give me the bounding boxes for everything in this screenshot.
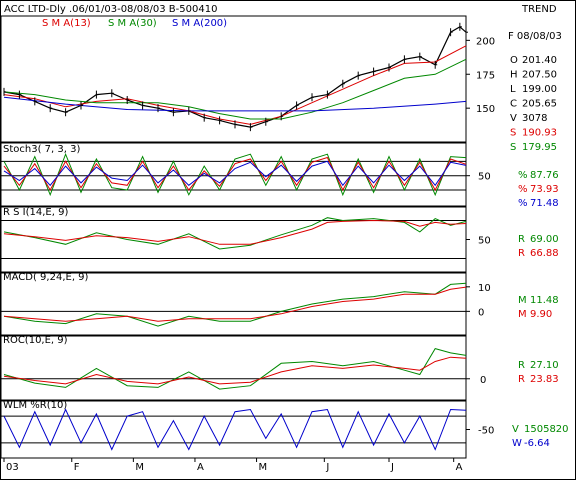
price-readout-key: O	[510, 55, 518, 66]
x-tick-label: J	[390, 462, 394, 473]
price-readout-value: 190.93	[522, 128, 557, 139]
roc-readout-value: 27.10	[530, 360, 559, 371]
x-tick-label: M	[259, 462, 268, 473]
x-tick-label: A	[456, 462, 463, 473]
x-tick-label: J	[325, 462, 329, 473]
price-readout-value: 201.40	[522, 55, 557, 66]
rsi-readout-key: R	[518, 248, 525, 259]
macd-readout-key: M	[518, 295, 527, 306]
stoch-title: Stoch3( 7, 3, 3)	[3, 144, 80, 155]
roc-readout-value: 23.83	[530, 374, 559, 385]
macd-y-tick-label: 10	[478, 283, 491, 294]
rsi-readout-key: R	[518, 234, 525, 245]
price-readout-value: 199.00	[522, 84, 557, 95]
price-readout-key: V	[510, 113, 517, 124]
wlm-readout-key: W	[512, 438, 522, 449]
wlm-readout-value: 1505820	[524, 424, 569, 435]
price-readout-key: L	[510, 84, 516, 95]
rsi-readout-value: 66.88	[530, 248, 559, 259]
price-readout-value: 207.50	[522, 70, 557, 81]
macd-title: MACD( 9,24,E, 9)	[3, 272, 89, 283]
price-readout-value: 179.95	[522, 142, 557, 153]
macd-readout-value: 11.48	[530, 295, 559, 306]
wlm-readout-key: V	[512, 424, 519, 435]
trend-label: TREND	[521, 4, 557, 15]
technical-chart: ACC LTD-Dly .06/01/03-08/08/03 B-500410 …	[0, 0, 576, 480]
rsi-readout-value: 69.00	[530, 234, 559, 245]
legend-sma13: S M A(13)	[42, 18, 91, 29]
stoch-readout-key: %	[518, 170, 528, 181]
stoch-readout-value: 87.76	[530, 170, 559, 181]
stoch-readout-value: 71.48	[530, 198, 559, 209]
price-y-tick-label: 175	[476, 70, 495, 81]
macd-y-tick-label: 0	[478, 307, 484, 318]
stoch-readout-key: %	[518, 184, 528, 195]
price-readout-key: S	[510, 142, 516, 153]
price-y-tick-label: 200	[476, 36, 495, 47]
roc-y-tick-label: 0	[480, 375, 486, 386]
x-tick-label: 03	[6, 462, 19, 473]
price-readout-key: H	[510, 70, 518, 81]
chart-title: ACC LTD-Dly .06/01/03-08/08/03 B-500410	[4, 4, 217, 15]
macd-readout-key: M	[518, 309, 527, 320]
wlm-y-tick-label: -50	[478, 426, 494, 437]
legend-sma30: S M A(30)	[108, 18, 157, 29]
x-tick-label: F	[74, 462, 80, 473]
stoch-readout-key: %	[518, 198, 528, 209]
date-readout: F 08/08/03	[508, 31, 562, 42]
roc-readout-key: R	[518, 360, 525, 371]
rsi-title: R S I(14,E, 9)	[3, 207, 68, 218]
stoch-readout-value: 73.93	[530, 184, 559, 195]
roc-readout-key: R	[518, 374, 525, 385]
x-tick-label: M	[135, 462, 144, 473]
x-tick-label: A	[197, 462, 204, 473]
stoch-y-tick-label: 50	[478, 172, 491, 183]
macd-readout-value: 9.90	[530, 309, 552, 320]
wlm-readout-value: -6.64	[524, 438, 550, 449]
price-readout-key: S	[510, 128, 516, 139]
wlm-title: WLM %R(10)	[3, 400, 67, 411]
price-y-tick-label: 150	[476, 104, 495, 115]
price-readout-value: 3078	[522, 113, 547, 124]
legend-sma200: S M A(200)	[172, 18, 227, 29]
price-readout-value: 205.65	[522, 99, 557, 110]
roc-title: ROC(10,E, 9)	[3, 335, 68, 346]
price-readout-key: C	[510, 99, 517, 110]
rsi-y-tick-label: 50	[478, 236, 491, 247]
